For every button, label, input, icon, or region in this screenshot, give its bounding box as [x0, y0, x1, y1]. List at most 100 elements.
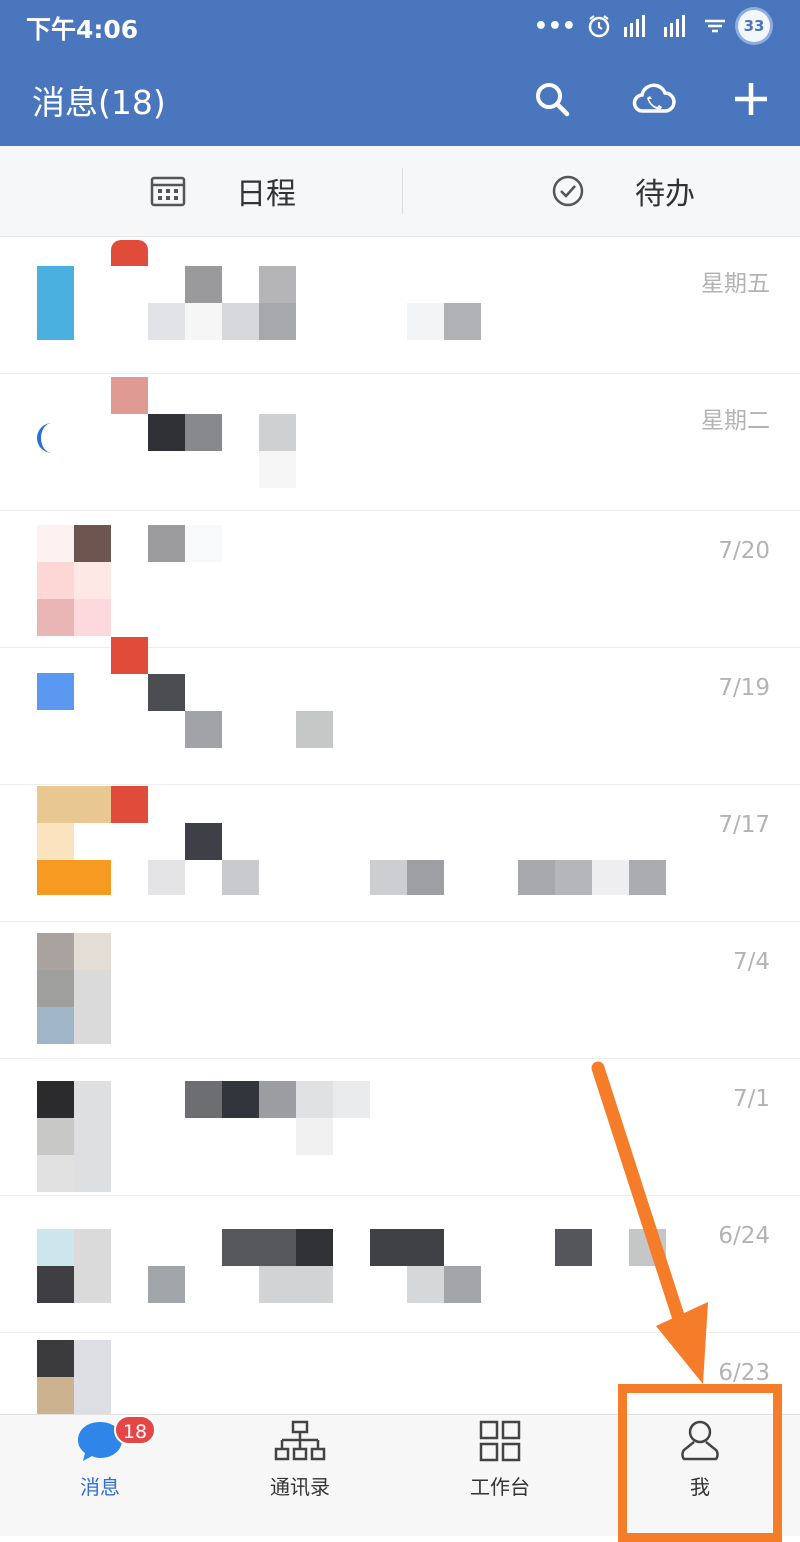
avatar: [74, 933, 111, 970]
schedule-button[interactable]: 日程: [150, 146, 296, 236]
avatar: [74, 1340, 111, 1414]
pixel-block: [148, 674, 185, 711]
signal-icon-2: [664, 15, 685, 37]
unread-count-badge: 18: [114, 1415, 156, 1445]
message-date: 星期五: [701, 271, 770, 297]
wifi-icon: [705, 19, 725, 33]
message-date: 6/24: [718, 1223, 770, 1249]
pixel-block: [518, 860, 555, 895]
pixel-block: [407, 303, 444, 340]
person-icon: [681, 1420, 719, 1461]
plus-icon: [735, 83, 767, 115]
list-item[interactable]: 7/20: [0, 510, 800, 648]
avatar: [37, 423, 56, 453]
avatar: [37, 562, 74, 599]
pixel-block: [259, 1081, 296, 1118]
header: 消息(18): [0, 52, 800, 146]
tab-me-icon-wrap: [674, 1415, 726, 1467]
status-time: 下午4:06: [26, 15, 139, 44]
avatar: [37, 823, 74, 860]
list-item[interactable]: 7/1: [0, 1058, 800, 1196]
bottom-safe-area: [0, 1504, 800, 1536]
pixel-block: [259, 414, 296, 451]
pixel-block: [407, 1266, 444, 1303]
quick-actions-bar: 日程 待办: [0, 146, 800, 237]
pixel-block: [185, 1081, 222, 1118]
unread-badge: [111, 786, 148, 823]
tab-contacts-label: 通讯录: [270, 1475, 330, 1499]
pixel-block: [259, 266, 296, 303]
unread-badge: [111, 240, 148, 266]
avatar: [37, 1229, 74, 1266]
cloud-call-button[interactable]: [629, 74, 679, 124]
bottom-tab-bar: 18 消息 通讯录 工作台 我: [0, 1414, 800, 1505]
search-icon: [536, 83, 570, 117]
schedule-label: 日程: [236, 177, 296, 212]
tab-me-label: 我: [690, 1475, 710, 1499]
avatar: [37, 860, 111, 895]
pixel-block: [185, 823, 222, 860]
tab-workbench[interactable]: 工作台: [400, 1415, 600, 1505]
unread-badge: [111, 637, 148, 674]
pixel-block: [259, 1266, 333, 1303]
battery-indicator: 33: [738, 10, 770, 42]
pixel-block: [333, 1081, 370, 1118]
todo-button[interactable]: 待办: [551, 146, 695, 236]
avatar: [37, 266, 74, 340]
pixel-block: [222, 303, 259, 340]
pixel-block: [148, 414, 185, 451]
add-button[interactable]: [726, 74, 776, 124]
pixel-block: [370, 1229, 444, 1266]
avatar: [37, 1007, 74, 1044]
pixel-block: [444, 303, 481, 340]
pixel-block: [148, 303, 185, 340]
list-item[interactable]: 6/23: [0, 1332, 800, 1414]
tab-contacts[interactable]: 通讯录: [200, 1415, 400, 1505]
message-date: 7/1: [732, 1086, 770, 1112]
tab-me[interactable]: 我: [600, 1415, 800, 1505]
page-title: 消息(18): [32, 83, 166, 122]
pixel-block: [222, 1229, 296, 1266]
status-icons: ••• 33: [534, 6, 770, 46]
tab-contacts-icon-wrap: [274, 1415, 326, 1467]
pixel-block: [185, 711, 222, 748]
search-button[interactable]: [527, 74, 577, 124]
message-date: 7/4: [732, 949, 770, 975]
list-item[interactable]: 星期五: [0, 236, 800, 374]
avatar: [74, 970, 111, 1044]
message-date: 星期二: [701, 408, 770, 434]
check-circle-icon: [552, 175, 584, 207]
list-item[interactable]: 6/24: [0, 1195, 800, 1333]
pixel-block: [592, 860, 629, 895]
pixel-block: [555, 1229, 592, 1266]
pixel-block: [407, 860, 444, 895]
tab-workbench-label: 工作台: [470, 1475, 530, 1499]
list-item[interactable]: 星期二: [0, 373, 800, 511]
pixel-block: [555, 860, 592, 895]
pixel-block: [222, 860, 259, 895]
avatar: [37, 1377, 74, 1414]
unread-badge: [111, 377, 148, 414]
message-date: 7/19: [718, 675, 770, 701]
avatar: [37, 525, 74, 562]
pixel-block: [148, 860, 185, 895]
pixel-block: [629, 1229, 666, 1266]
list-item[interactable]: 7/4: [0, 921, 800, 1059]
list-item[interactable]: 7/17: [0, 784, 800, 922]
avatar: [37, 1266, 74, 1303]
list-item[interactable]: 7/19: [0, 637, 800, 785]
message-date: 7/20: [718, 538, 770, 564]
signal-icon-1: [624, 15, 645, 37]
pixel-block: [296, 1229, 333, 1266]
pixel-block: [148, 525, 185, 562]
more-dots: •••: [533, 13, 576, 39]
avatar: [37, 1118, 74, 1155]
tab-workbench-icon-wrap: [474, 1415, 526, 1467]
avatar: [74, 525, 111, 562]
avatar: [74, 599, 111, 636]
pixel-block: [296, 1081, 333, 1118]
tab-messages[interactable]: 18 消息: [0, 1415, 200, 1505]
pixel-block: [259, 451, 296, 488]
avatar: [37, 673, 74, 710]
tab-messages-label: 消息: [80, 1475, 120, 1499]
